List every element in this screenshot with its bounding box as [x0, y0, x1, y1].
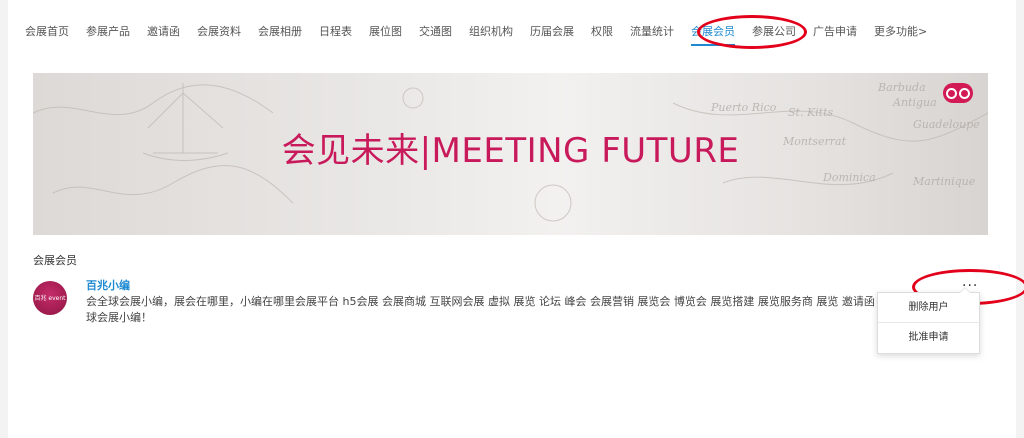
map-label-barbuda: Barbuda [877, 81, 926, 94]
banner: Puerto Rico St. Kitts Montserrat Dominic… [33, 73, 988, 235]
map-label-dominica: Dominica [822, 171, 876, 184]
nav-item-traffic-map[interactable]: 交通图 [419, 24, 452, 42]
context-menu: 删除用户 批准申请 [877, 287, 980, 354]
avatar[interactable]: 百兆 event [33, 281, 67, 315]
nav-item-permissions[interactable]: 权限 [591, 24, 613, 42]
map-label-antigua: Antigua [892, 96, 937, 109]
banner-slogan: 会见未来|MEETING FUTURE [281, 131, 740, 171]
nav-item-members[interactable]: 会展会员 [691, 24, 735, 46]
map-label-puerto-rico: Puerto Rico [710, 101, 777, 114]
nav-item-stats[interactable]: 流量统计 [630, 24, 674, 42]
nav-item-materials[interactable]: 会展资料 [197, 24, 241, 42]
nav-item-more[interactable]: 更多功能> [874, 24, 927, 42]
member-description: 会全球会展小编，展会在哪里，小编在哪里会展平台 h5会展 会展商城 互联网会展 … [86, 295, 890, 324]
nav-item-invitation[interactable]: 邀请函 [147, 24, 180, 42]
map-label-st-kitts: St. Kitts [788, 106, 834, 119]
nav-item-exhibitors[interactable]: 参展公司 [752, 24, 796, 42]
nav-item-home[interactable]: 会展首页 [25, 24, 69, 42]
top-nav: 会展首页 参展产品 邀请函 会展资料 会展相册 日程表 展位图 交通图 组织机构… [25, 24, 944, 46]
approve-request-menu-item[interactable]: 批准申请 [878, 322, 979, 352]
map-label-guadeloupe: Guadeloupe [913, 118, 980, 131]
member-name[interactable]: 百兆小编 [86, 278, 130, 293]
brand-logo-icon [943, 83, 973, 103]
delete-user-menu-item[interactable]: 删除用户 [878, 293, 979, 322]
nav-item-album[interactable]: 会展相册 [258, 24, 302, 42]
nav-item-organization[interactable]: 组织机构 [469, 24, 513, 42]
nav-item-products[interactable]: 参展产品 [86, 24, 130, 42]
section-title: 会展会员 [33, 254, 77, 267]
map-label-martinique: Martinique [912, 175, 976, 188]
nav-item-schedule[interactable]: 日程表 [319, 24, 352, 42]
nav-item-past-events[interactable]: 历届会展 [530, 24, 574, 42]
nav-item-booth-map[interactable]: 展位图 [369, 24, 402, 42]
nav-item-ad-request[interactable]: 广告申请 [813, 24, 857, 42]
